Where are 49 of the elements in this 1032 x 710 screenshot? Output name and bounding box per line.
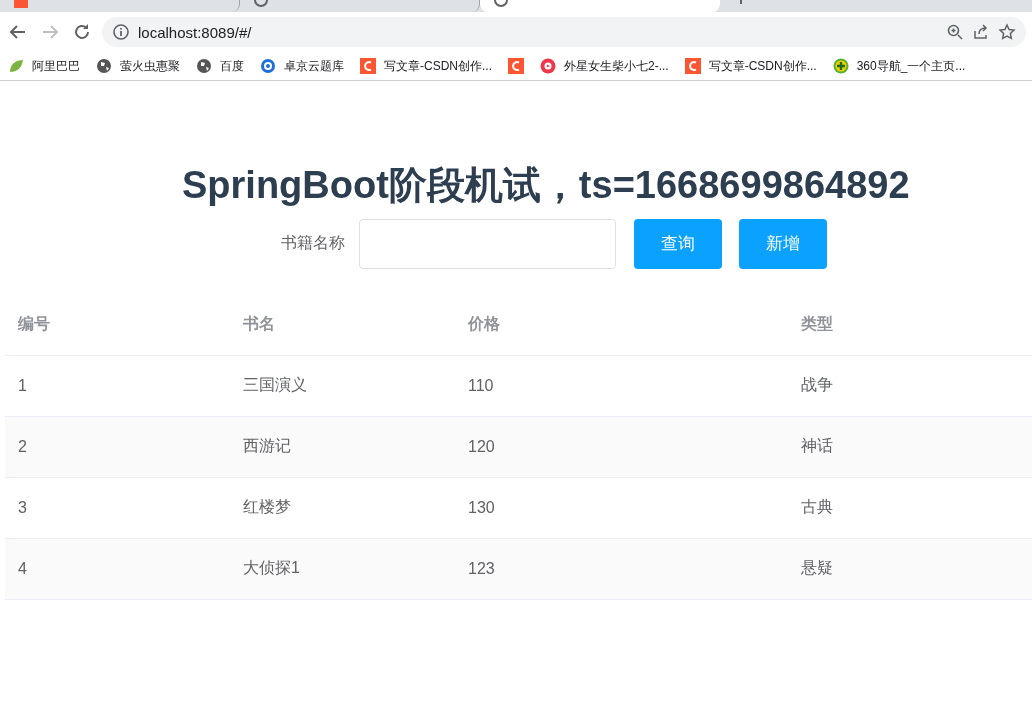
- table-cell: 三国演义: [230, 355, 455, 417]
- table-cell: 3: [5, 477, 230, 539]
- flower-icon: [540, 58, 556, 74]
- table-cell: 2: [5, 416, 230, 478]
- bookmark-link[interactable]: 写文章-CSDN创作...: [708, 57, 817, 75]
- column-header: 价格: [455, 294, 788, 356]
- table-cell: 大侦探1: [230, 538, 455, 600]
- table-cell: 123: [455, 538, 788, 600]
- globe-icon: [196, 58, 212, 74]
- info-icon: [112, 23, 130, 41]
- browser-tab[interactable]: [480, 0, 720, 12]
- table-cell: 古典: [788, 477, 1032, 539]
- leaf-icon: [8, 58, 24, 74]
- table-cell: 120: [455, 416, 788, 478]
- table-cell: 130: [455, 477, 788, 539]
- url-text: localhost:8089/#/: [138, 23, 252, 41]
- zoom-icon[interactable]: [946, 23, 964, 41]
- table-cell: 神话: [788, 416, 1032, 478]
- table-cell: 战争: [788, 355, 1032, 417]
- star-icon[interactable]: [998, 23, 1016, 41]
- bookmark-link[interactable]: 外星女生柴小七2-...: [564, 57, 669, 75]
- table-cell: 红楼梦: [230, 477, 455, 539]
- globe-icon: [96, 58, 112, 74]
- bookmark-link[interactable]: 卓京云题库: [284, 57, 344, 75]
- field-label: 书籍名称: [281, 233, 345, 254]
- globe-icon: [260, 58, 276, 74]
- column-header: 类型: [788, 294, 1032, 356]
- bookmark-link[interactable]: 百度: [220, 57, 244, 75]
- globe-icon: [254, 0, 268, 8]
- column-header: 编号: [5, 294, 230, 356]
- bookmark-link[interactable]: 阿里巴巴: [32, 57, 80, 75]
- table-cell: 110: [455, 355, 788, 417]
- table-cell: 4: [5, 538, 230, 600]
- column-header: 书名: [230, 294, 455, 356]
- globe-icon: [494, 0, 508, 8]
- address-bar[interactable]: localhost:8089/#/: [102, 17, 1026, 47]
- tab-logo-icon: [14, 0, 28, 8]
- table-cell: 悬疑: [788, 538, 1032, 600]
- csdn-logo-icon: [684, 58, 701, 74]
- book-name-field[interactable]: [359, 218, 616, 269]
- bookmark-link[interactable]: 萤火虫惠聚: [120, 57, 180, 75]
- csdn-logo-icon: [360, 58, 376, 74]
- share-icon[interactable]: [972, 23, 990, 41]
- bookmark-link[interactable]: 写文章-CSDN创作...: [384, 57, 492, 75]
- csdn-logo-icon: [508, 58, 524, 74]
- table-cell: 西游记: [230, 416, 455, 478]
- bookmark-link[interactable]: 360导航_一个主页...: [856, 57, 966, 75]
- table-cell: 1: [5, 355, 230, 417]
- page-title: SpringBoot阶段机试，ts=1668699864892: [182, 163, 911, 208]
